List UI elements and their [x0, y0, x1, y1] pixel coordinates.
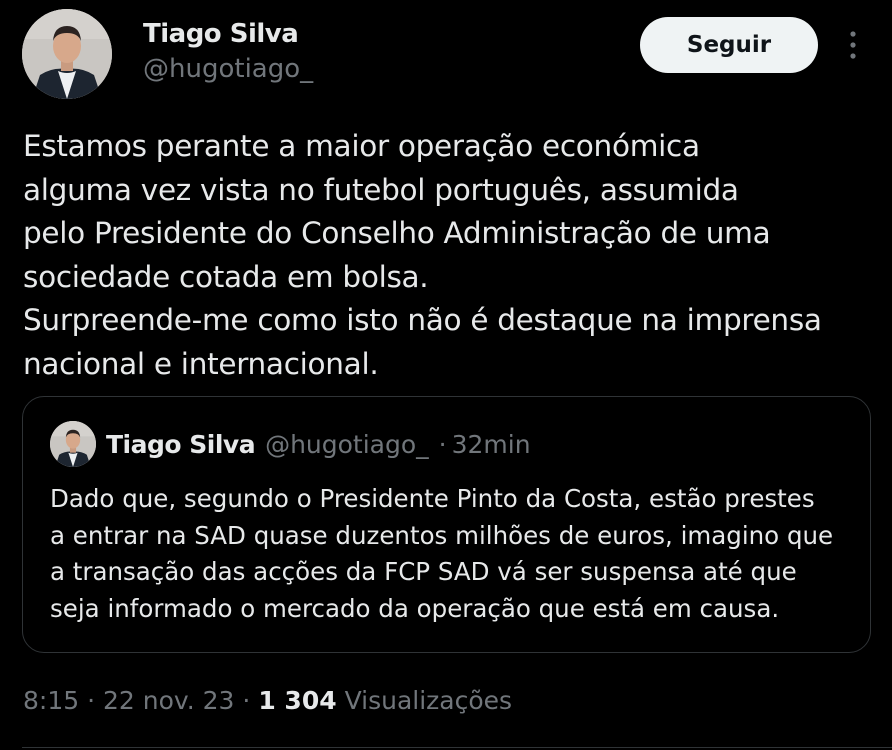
follow-button[interactable]: Seguir [640, 17, 818, 73]
quoted-author-handle: @hugotiago_ [265, 430, 429, 459]
quoted-timestamp: 32min [451, 430, 531, 459]
more-vertical-icon[interactable] [843, 29, 863, 63]
quoted-tweet-header: Tiago Silva @hugotiago_ · 32min [106, 430, 531, 459]
quoted-separator: · [438, 430, 447, 459]
divider [22, 747, 892, 748]
author-handle[interactable]: @hugotiago_ [143, 54, 313, 84]
tweet-text: Estamos perante a maior operação económi… [23, 129, 822, 381]
quoted-author-name: Tiago Silva [106, 430, 256, 459]
meta-separator: · [242, 686, 251, 715]
views-count: 1 304 [258, 686, 337, 715]
author-name[interactable]: Tiago Silva [143, 19, 299, 49]
quoted-tweet-text: Dado que, segundo o Presidente Pinto da … [50, 484, 834, 623]
quoted-author-avatar [50, 421, 96, 467]
tweet-meta: 8:15 · 22 nov. 23 · 1 304 Visualizações [23, 686, 512, 715]
meta-separator: · [87, 686, 96, 715]
tweet-time[interactable]: 8:15 [23, 686, 79, 715]
views-label: Visualizações [344, 686, 513, 715]
quoted-tweet-card[interactable]: Tiago Silva @hugotiago_ · 32min Dado que… [22, 396, 871, 653]
tweet-date[interactable]: 22 nov. 23 [103, 686, 234, 715]
author-avatar[interactable] [22, 9, 112, 99]
